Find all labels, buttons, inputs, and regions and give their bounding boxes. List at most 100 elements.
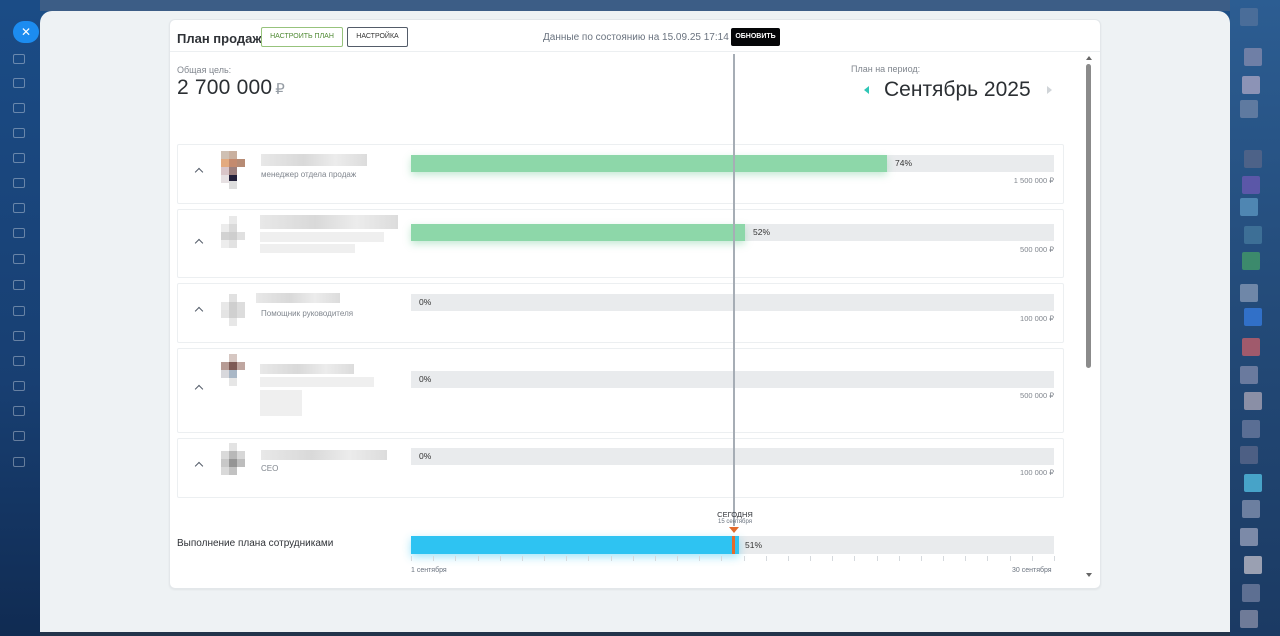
background-menu-icon [13, 78, 25, 88]
background-avatar [1240, 446, 1258, 464]
day-tick [566, 556, 567, 561]
chevron-up-icon[interactable] [195, 166, 203, 174]
background-menu-icon [13, 203, 25, 213]
period-label: План на период: [851, 64, 921, 74]
employee-row: Помощник руководителя 0% 100 000 ₽ [177, 283, 1064, 343]
avatar [217, 151, 249, 189]
background-avatar [1242, 252, 1260, 270]
summary-today-marker [732, 536, 735, 554]
background-avatar [1240, 284, 1258, 302]
employee-name-redacted[interactable] [260, 364, 354, 374]
background-menu-icon [13, 228, 25, 238]
plan-progress-fill [411, 155, 887, 172]
background-avatar [1244, 474, 1262, 492]
background-menu-icon [13, 103, 25, 113]
total-goal-label: Общая цель: [177, 65, 232, 75]
day-tick [877, 556, 878, 561]
summary-label: Выполнение плана сотрудниками [177, 538, 334, 549]
employee-name-redacted[interactable] [256, 293, 340, 303]
triangle-right-icon[interactable] [1047, 86, 1052, 94]
avatar [217, 294, 249, 332]
refresh-button[interactable]: Обновить [731, 28, 780, 46]
plan-percent: 52% [753, 227, 771, 237]
day-tick [788, 556, 789, 561]
background-left-menu: ✕ [0, 0, 40, 636]
chevron-up-icon[interactable] [195, 383, 203, 391]
plan-target: 500 000 ₽ [1020, 245, 1054, 254]
employee-detail-redacted [260, 377, 374, 387]
day-tick [854, 556, 855, 561]
day-tick [744, 556, 745, 561]
employee-name-redacted[interactable] [260, 215, 398, 229]
employee-name-redacted[interactable] [261, 450, 387, 460]
plan-target: 100 000 ₽ [1020, 314, 1054, 323]
scroll-up-arrow[interactable] [1086, 56, 1092, 60]
background-avatar [1242, 584, 1260, 602]
background-menu-icon [13, 280, 25, 290]
plan-target: 100 000 ₽ [1020, 468, 1054, 477]
background-menu-icon [13, 431, 25, 441]
employee-name-redacted[interactable] [261, 154, 367, 166]
day-tick [699, 556, 700, 561]
day-tick [810, 556, 811, 561]
employee-row: менеджер отдела продаж 74% 1 500 000 ₽ [177, 144, 1064, 204]
background-avatar [1244, 392, 1262, 410]
configure-plan-button[interactable]: Настроить план [261, 27, 343, 47]
plan-percent: 0% [419, 374, 432, 384]
scrollbar-thumb[interactable] [1086, 64, 1091, 368]
background-menu-icon [13, 457, 25, 467]
avatar [217, 354, 249, 392]
triangle-left-icon[interactable] [864, 86, 869, 94]
background-avatar [1240, 8, 1258, 26]
employee-detail-redacted [260, 390, 302, 416]
day-tick [433, 556, 434, 561]
background-menu-icon [13, 381, 25, 391]
chevron-up-icon[interactable] [195, 460, 203, 468]
background-menu-icon [13, 178, 25, 188]
plan-progress-fill [411, 224, 745, 241]
day-tick [611, 556, 612, 561]
plan-target: 500 000 ₽ [1020, 391, 1054, 400]
employee-role: Помощник руководителя [261, 309, 354, 318]
day-tick [721, 556, 722, 561]
background-avatar [1240, 610, 1258, 628]
close-slider-button[interactable]: ✕ [13, 21, 39, 43]
background-menu-icon [13, 254, 25, 264]
total-goal-amount: 2 700 000 [177, 76, 273, 99]
background-menu-icon [13, 128, 25, 138]
axis-end-label: 30 сентября [1012, 567, 1052, 574]
scroll-down-arrow[interactable] [1086, 573, 1092, 577]
plan-percent: 0% [419, 297, 432, 307]
widget-header: План продаж Настроить план Настройка Дан… [170, 20, 1100, 52]
today-date: 15 сентября [718, 519, 752, 525]
day-tick [522, 556, 523, 561]
currency-symbol: ₽ [275, 81, 285, 98]
period-value: Сентябрь 2025 [884, 78, 1031, 101]
background-avatar [1242, 76, 1260, 94]
background-avatar [1244, 308, 1262, 326]
plan-percent: 0% [419, 451, 432, 461]
background-right-panel [1230, 0, 1280, 636]
employee-row: 52% 500 000 ₽ [177, 209, 1064, 278]
day-tick [411, 556, 412, 561]
summary-progress-track: 51% [411, 536, 1054, 554]
settings-button[interactable]: Настройка [347, 27, 408, 47]
background-avatar [1240, 528, 1258, 546]
background-avatar [1242, 176, 1260, 194]
day-tick [965, 556, 966, 561]
today-marker-icon [729, 527, 739, 533]
background-app-header [40, 0, 1230, 11]
avatar [217, 216, 249, 254]
background-avatar [1244, 226, 1262, 244]
chevron-up-icon[interactable] [195, 237, 203, 245]
avatar [217, 443, 249, 481]
day-tick [478, 556, 479, 561]
summary-percent: 51% [745, 540, 763, 550]
day-tick [588, 556, 589, 561]
employee-role: CEO [261, 464, 279, 473]
background-menu-icon [13, 406, 25, 416]
day-tick [677, 556, 678, 561]
employee-role: менеджер отдела продаж [261, 170, 357, 179]
day-tick [500, 556, 501, 561]
chevron-up-icon[interactable] [195, 305, 203, 313]
